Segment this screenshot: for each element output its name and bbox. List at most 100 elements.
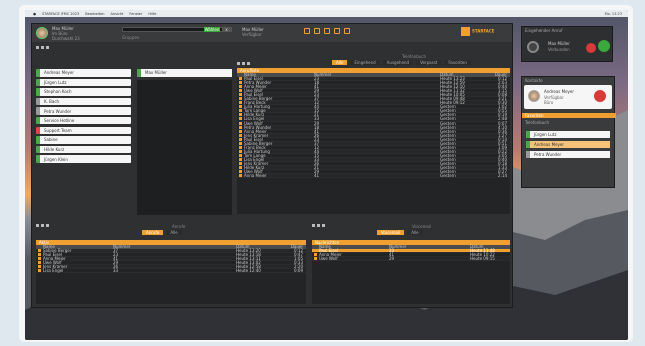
cell-num: 41 <box>314 84 320 90</box>
key-icon[interactable] <box>314 28 320 34</box>
contact-item[interactable]: Petra Wunder <box>36 107 131 115</box>
active-calls-table: Aktiv Name Nummer Datum Dauer Sabine Ber… <box>36 240 306 304</box>
dial-button[interactable]: Wählen <box>204 27 220 32</box>
caller-name: Max Müller <box>548 41 570 46</box>
cell-num: 37 <box>314 140 320 146</box>
tab-incoming[interactable]: Eingehend <box>350 60 380 65</box>
menu-clock: Mo. 13:23 <box>604 11 622 16</box>
cell-num: 12 <box>314 100 320 106</box>
cell-name: Uwe Wolf <box>319 256 338 262</box>
call-icon[interactable] <box>594 90 606 102</box>
avatar[interactable] <box>36 27 48 39</box>
cell-num: 29 <box>113 260 119 266</box>
call-type-icon <box>239 105 242 109</box>
desktop: ● STARFACE iFMC 2023 Bearbeiten Ansicht … <box>25 10 628 340</box>
contact-card[interactable]: Andreas Meyer Verfügbar Büro <box>524 85 612 109</box>
favorites-search-label: Telefonbuch <box>525 120 549 125</box>
call-type-icon <box>239 117 242 121</box>
call-type-icon <box>239 101 242 105</box>
tab-outgoing[interactable]: Ausgehend <box>382 60 414 65</box>
hangup-button[interactable]: x <box>222 27 231 32</box>
menu-view[interactable]: Ansicht <box>110 12 123 16</box>
favorite-card[interactable]: Jürgen Lutz <box>526 131 610 138</box>
menu-help[interactable]: Hilfe <box>148 12 156 16</box>
call-type-icon <box>38 269 41 273</box>
tab-missed[interactable]: Verpasst <box>416 60 442 65</box>
cell-time: Heute 12:40 <box>236 268 261 274</box>
call-type-icon <box>239 153 242 157</box>
bottom-left-controls[interactable] <box>36 224 49 227</box>
cell-time: Gestern <box>440 173 456 179</box>
filter-icon[interactable] <box>344 28 350 34</box>
bottom-right-controls[interactable] <box>312 224 325 227</box>
favorites-header: Favoriten <box>522 113 616 118</box>
contact-list: Andreas Meyer Jürgen Lutz Stephan Koch K. B… <box>36 69 131 219</box>
contact-item[interactable]: Jürgen Lutz <box>36 78 131 87</box>
forward-icon[interactable] <box>334 28 340 34</box>
window-controls[interactable] <box>36 46 49 49</box>
call-type-icon <box>239 170 242 174</box>
grid-icon[interactable] <box>324 28 330 34</box>
contact-item[interactable]: K. Bach <box>36 97 131 106</box>
contact-item[interactable]: Stephan Koch <box>36 88 131 96</box>
accept-icon[interactable] <box>598 40 610 52</box>
call-type-icon <box>239 145 242 149</box>
menu-app[interactable]: STARFACE iFMC 2023 <box>42 12 79 16</box>
contact-location: Büro <box>544 100 554 105</box>
menu-edit[interactable]: Bearbeiten <box>85 12 104 16</box>
tab-all[interactable]: Alle <box>332 60 348 65</box>
table-row[interactable]: Uwe Wolf 29 Heute 09:15 <box>312 256 510 262</box>
call-type-icon <box>38 265 41 269</box>
cell-num: 26 <box>113 264 119 270</box>
table-row[interactable]: Lisa Engel 33 Heute 12:40 0:09 <box>36 268 306 274</box>
contact-item[interactable]: Support Team <box>36 126 131 135</box>
panel-controls[interactable] <box>237 62 250 65</box>
phonebook-section: Telefonbuch <box>402 54 426 59</box>
contact-item[interactable]: Hilde Kurz <box>36 145 131 154</box>
cell-num: 23 <box>389 248 395 253</box>
call-type-icon <box>239 125 242 129</box>
call-type-icon <box>314 253 317 257</box>
table-row[interactable]: Anna Meier 41 Gestern 2:14 <box>237 173 510 179</box>
mute-icon[interactable] <box>527 41 539 53</box>
bottom-right-tabs: Voicemail Alle <box>377 230 423 235</box>
cell-num: 26 <box>314 132 320 138</box>
call-type-icon <box>239 149 242 153</box>
status-text: Verfügbar <box>242 32 262 37</box>
cell-num: 41 <box>113 256 119 262</box>
cell-name: Lisa Engel <box>43 268 64 274</box>
contact-item[interactable]: Andreas Meyer <box>36 69 131 77</box>
favorite-card[interactable]: Andreas Meyer <box>526 141 610 148</box>
menu-window[interactable]: Fenster <box>129 12 142 16</box>
contact-item[interactable]: Sabine <box>36 136 131 144</box>
cell-name: Anna Meier <box>244 173 267 179</box>
cell-num: 41 <box>314 173 320 179</box>
favorite-card[interactable]: Petra Wunder <box>526 151 610 158</box>
tab-favorites[interactable]: Favoriten <box>444 60 471 65</box>
cell-num: 44 <box>314 104 320 110</box>
call-type-icon <box>239 121 242 125</box>
cell-num: 29 <box>314 169 320 175</box>
decline-icon[interactable] <box>586 43 596 53</box>
contact-item[interactable]: Jürgen Klein <box>36 155 131 163</box>
tab-voicemail-all[interactable]: Alle <box>407 230 423 235</box>
contact-avatar <box>528 90 540 102</box>
selected-contact-header[interactable]: Max Müller <box>137 69 232 77</box>
tab-calls-all[interactable]: Alle <box>166 230 182 235</box>
filter-tabs: Alle Eingehend Ausgehend Verpasst Favori… <box>332 60 471 65</box>
tab-calls[interactable]: Anrufe <box>142 230 164 235</box>
phone-icon[interactable] <box>304 28 310 34</box>
call-type-icon <box>38 261 41 265</box>
tab-voicemail[interactable]: Voicemail <box>377 230 405 235</box>
voicemail-table: Nachrichten Name Nummer Datum Paul Eisel… <box>312 240 510 304</box>
call-type-icon <box>314 257 317 261</box>
user-extension: Durchwahl 23 <box>52 35 80 41</box>
main-window: Max Müller Im Büro Durchwahl 23 Wählen x… <box>31 23 513 308</box>
cell-num: 23 <box>113 252 119 258</box>
apple-icon[interactable]: ● <box>33 12 36 16</box>
contact-item[interactable]: Service Hotline <box>36 116 131 125</box>
contact-name: Andreas Meyer <box>544 89 575 94</box>
cell-num: 18 <box>314 124 320 130</box>
call-type-icon <box>239 93 242 97</box>
cell-num: 26 <box>314 160 320 166</box>
